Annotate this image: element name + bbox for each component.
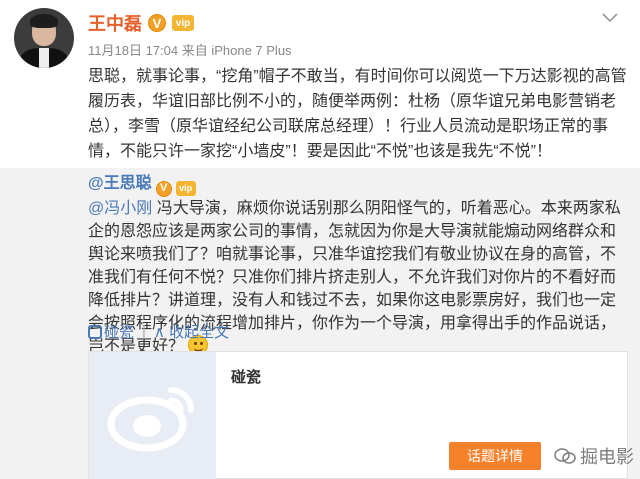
chevron-down-icon — [602, 13, 618, 23]
more-options-button[interactable] — [598, 6, 622, 30]
post-body: 思聪，就事论事，“挖角”帽子不敢当，有时间你可以阅览一下万达影视的高管履历表，华… — [88, 68, 627, 160]
avatar-shirt — [39, 48, 49, 68]
repost-author-link[interactable]: @王思聪 — [88, 175, 152, 192]
watermark-text: 掘电影 — [580, 447, 634, 467]
weibo-logo-icon — [89, 352, 216, 479]
wechat-icon — [554, 448, 576, 464]
repost-links: 碰瓷 | ∧ 收起全文 — [88, 321, 229, 342]
repost-badges: Vvip — [155, 180, 196, 197]
card-title: 碰瓷 — [231, 369, 262, 386]
topic-card[interactable]: 碰瓷 话题详情 — [88, 351, 628, 479]
author-avatar[interactable] — [14, 8, 74, 68]
author-row: 王中磊 V vip — [88, 12, 194, 34]
weibo-post: 王中磊 V vip 11月18日 17:04 来自 iPhone 7 Plus … — [0, 0, 640, 479]
collapse-link[interactable]: ∧ 收起全文 — [154, 321, 229, 342]
separator: | — [142, 323, 146, 340]
verified-badge-icon: V — [155, 180, 172, 197]
mention-link[interactable]: @冯小刚 — [88, 200, 152, 217]
verified-badge-icon: V — [148, 14, 166, 32]
repost-block: @王思聪 Vvip @冯小刚 冯大导演，麻烦你说话别那么阴阳怪气的，听着恶心。本来… — [0, 168, 640, 479]
topic-link[interactable]: 碰瓷 — [88, 321, 134, 342]
author-name[interactable]: 王中磊 — [88, 10, 142, 36]
vip-badge-icon: vip — [172, 15, 194, 31]
vip-badge-icon: vip — [175, 180, 196, 196]
avatar-hair — [30, 14, 58, 28]
watermark: 掘电影 — [554, 443, 634, 469]
post-meta: 11月18日 17:04 来自 iPhone 7 Plus — [88, 43, 292, 58]
link-icon — [88, 325, 102, 339]
topic-details-button[interactable]: 话题详情 — [449, 442, 541, 470]
